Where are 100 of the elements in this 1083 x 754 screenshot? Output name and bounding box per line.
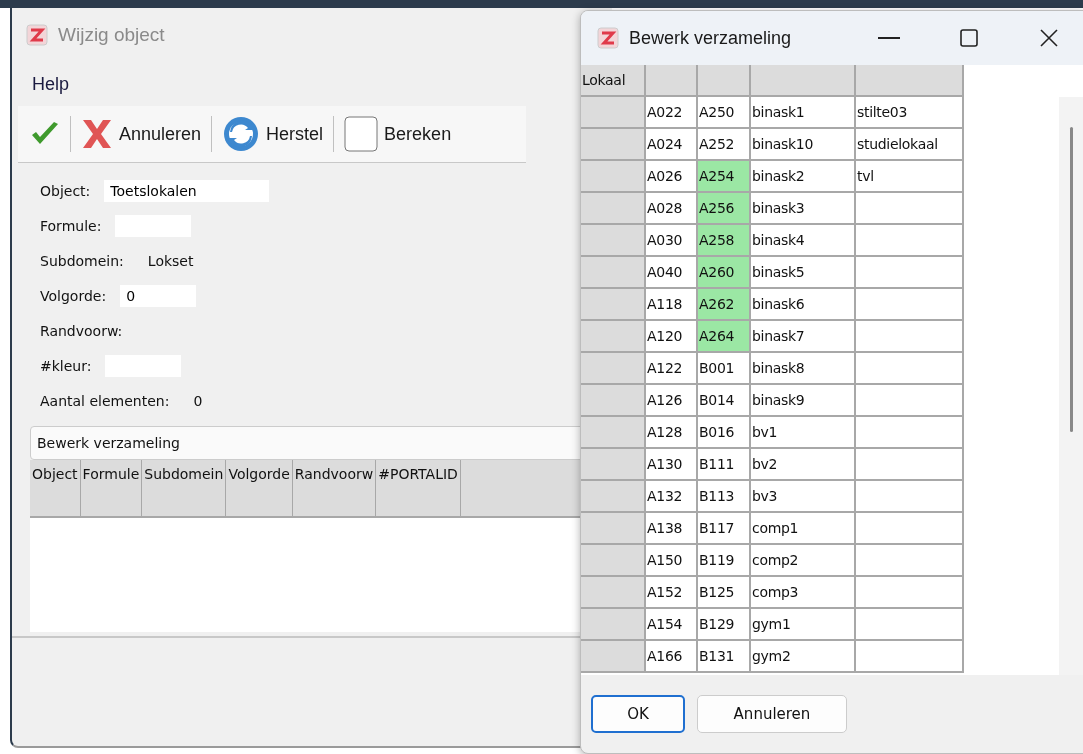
grid-cell[interactable] xyxy=(856,353,964,385)
row-header[interactable] xyxy=(581,609,646,641)
column-header[interactable]: Volgorde xyxy=(226,460,293,516)
row-header[interactable] xyxy=(581,257,646,289)
grid-cell[interactable]: binask6 xyxy=(751,289,856,321)
grid-cell[interactable]: binask5 xyxy=(751,257,856,289)
grid-cell[interactable]: B001 xyxy=(698,353,751,385)
grid-cell[interactable]: A250 xyxy=(698,97,751,129)
grid-cell[interactable]: A260 xyxy=(698,257,751,289)
grid-cell[interactable] xyxy=(856,225,964,257)
grid-cell[interactable] xyxy=(856,449,964,481)
grid-cell[interactable]: A154 xyxy=(646,609,698,641)
grid-cell[interactable]: A256 xyxy=(698,193,751,225)
grid-cell[interactable]: B111 xyxy=(698,449,751,481)
row-header[interactable] xyxy=(581,225,646,257)
grid-cell[interactable]: gym1 xyxy=(751,609,856,641)
grid-cell[interactable] xyxy=(856,609,964,641)
grid-cell[interactable] xyxy=(856,289,964,321)
row-header[interactable] xyxy=(581,481,646,513)
grid-cell[interactable]: binask10 xyxy=(751,129,856,161)
grid-cell[interactable]: A132 xyxy=(646,481,698,513)
grid-cell[interactable] xyxy=(856,193,964,225)
grid-cell[interactable]: A138 xyxy=(646,513,698,545)
grid-cell[interactable]: A122 xyxy=(646,353,698,385)
grid-cell[interactable]: bv3 xyxy=(751,481,856,513)
grid-cell[interactable]: A258 xyxy=(698,225,751,257)
grid-cell[interactable]: binask1 xyxy=(751,97,856,129)
row-header[interactable] xyxy=(581,161,646,193)
grid-cell[interactable]: A252 xyxy=(698,129,751,161)
grid-cell[interactable]: A262 xyxy=(698,289,751,321)
column-header[interactable]: Formule xyxy=(80,460,143,516)
column-header[interactable]: Subdomein xyxy=(142,460,227,516)
row-header[interactable] xyxy=(581,417,646,449)
grid-cell[interactable] xyxy=(856,257,964,289)
grid-cell[interactable]: A126 xyxy=(646,385,698,417)
grid-cell[interactable]: binask7 xyxy=(751,321,856,353)
grid-cell[interactable]: A264 xyxy=(698,321,751,353)
row-header[interactable] xyxy=(581,385,646,417)
grid-cell[interactable]: B016 xyxy=(698,417,751,449)
grid-cell[interactable]: gym2 xyxy=(751,641,856,673)
grid-cell[interactable]: A118 xyxy=(646,289,698,321)
grid-cell[interactable]: A120 xyxy=(646,321,698,353)
grid-cell[interactable]: binask4 xyxy=(751,225,856,257)
grid-cell[interactable]: A150 xyxy=(646,545,698,577)
grid-cell[interactable]: A040 xyxy=(646,257,698,289)
grid-cell[interactable]: A024 xyxy=(646,129,698,161)
grid-cell[interactable]: bv2 xyxy=(751,449,856,481)
grid-cell[interactable] xyxy=(856,417,964,449)
row-header[interactable] xyxy=(581,545,646,577)
grid-cell[interactable] xyxy=(856,513,964,545)
grid-cell[interactable]: binask9 xyxy=(751,385,856,417)
grid-cell[interactable]: A022 xyxy=(646,97,698,129)
grid-cell[interactable]: A128 xyxy=(646,417,698,449)
grid-cell[interactable] xyxy=(856,641,964,673)
grid-cell[interactable]: comp1 xyxy=(751,513,856,545)
grid-cell[interactable]: binask2 xyxy=(751,161,856,193)
grid-cell[interactable]: binask3 xyxy=(751,193,856,225)
row-header[interactable] xyxy=(581,129,646,161)
grid-cell[interactable]: A028 xyxy=(646,193,698,225)
grid-cell[interactable]: B125 xyxy=(698,577,751,609)
row-header[interactable] xyxy=(581,321,646,353)
row-header[interactable] xyxy=(581,641,646,673)
row-header[interactable] xyxy=(581,577,646,609)
input-field[interactable]: Toetslokalen xyxy=(104,179,270,202)
refresh-button[interactable]: Herstel xyxy=(218,113,328,155)
grid-cell[interactable]: studielokaal xyxy=(856,129,964,161)
column-header[interactable]: #PORTALID xyxy=(376,460,461,516)
grid-cell[interactable] xyxy=(856,321,964,353)
row-header[interactable] xyxy=(581,449,646,481)
grid-cell[interactable]: A026 xyxy=(646,161,698,193)
grid-cell[interactable]: B131 xyxy=(698,641,751,673)
grid-cell[interactable]: bv1 xyxy=(751,417,856,449)
input-field[interactable]: 0 xyxy=(120,284,197,307)
grid-cell[interactable]: comp3 xyxy=(751,577,856,609)
column-header[interactable]: Randvoorw xyxy=(292,460,377,516)
checkbox-button[interactable]: Bereken xyxy=(340,114,456,154)
grid-cell[interactable]: B119 xyxy=(698,545,751,577)
grid-cell[interactable]: B117 xyxy=(698,513,751,545)
ok-button[interactable]: OK xyxy=(591,695,685,733)
row-header[interactable] xyxy=(581,513,646,545)
grid-cell[interactable]: stilte03 xyxy=(856,97,964,129)
menu-item[interactable]: Help xyxy=(32,73,70,95)
grid-cell[interactable]: A166 xyxy=(646,641,698,673)
grid-cell[interactable]: A130 xyxy=(646,449,698,481)
cancel-button[interactable]: Annuleren xyxy=(77,116,206,152)
grid-cell[interactable] xyxy=(856,385,964,417)
column-header[interactable]: Object xyxy=(30,460,81,516)
grid-cell[interactable]: tvl xyxy=(856,161,964,193)
grid-cell[interactable]: B113 xyxy=(698,481,751,513)
row-header[interactable] xyxy=(581,193,646,225)
grid-cell[interactable] xyxy=(856,545,964,577)
grid-cell[interactable]: comp2 xyxy=(751,545,856,577)
grid-cell[interactable] xyxy=(856,577,964,609)
grid-cell[interactable]: B129 xyxy=(698,609,751,641)
grid-cell[interactable]: B014 xyxy=(698,385,751,417)
row-header[interactable] xyxy=(581,353,646,385)
grid-cell[interactable]: binask8 xyxy=(751,353,856,385)
row-header[interactable] xyxy=(581,97,646,129)
scrollbar[interactable] xyxy=(1059,97,1083,675)
grid-cell[interactable]: A030 xyxy=(646,225,698,257)
